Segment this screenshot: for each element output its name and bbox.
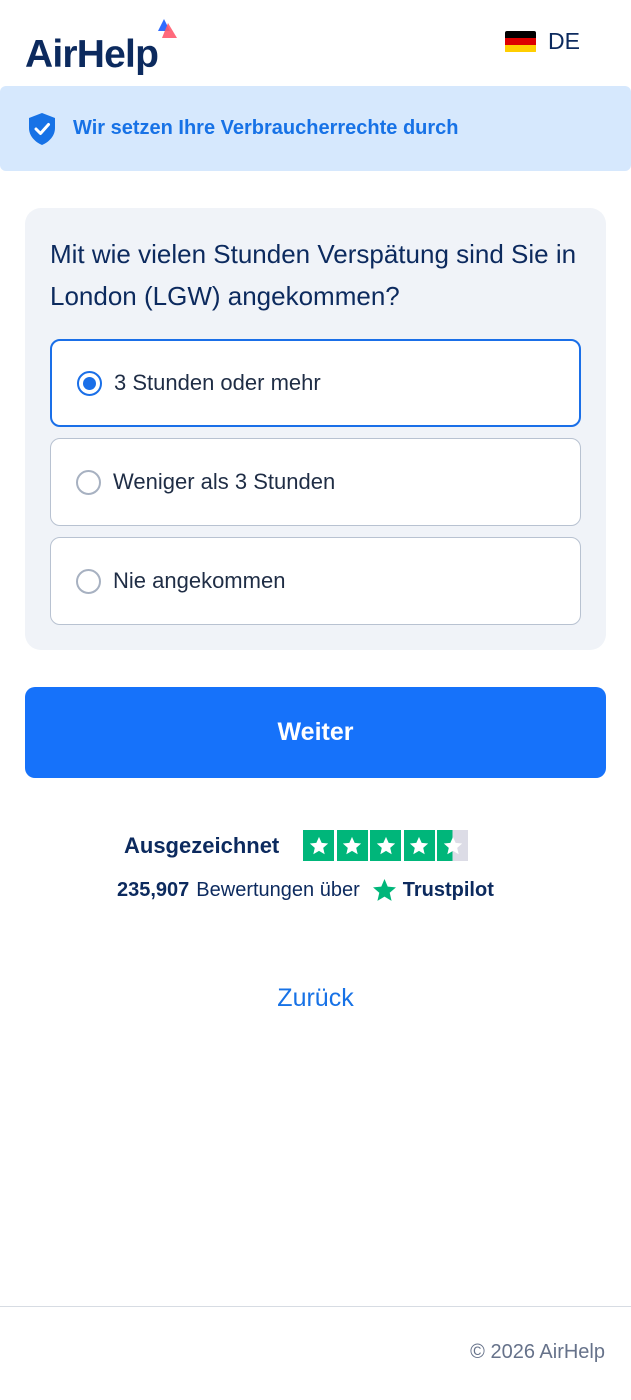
- star-icon: [403, 830, 435, 861]
- star-icon: [303, 830, 335, 861]
- option-label: Weniger als 3 Stunden: [113, 469, 336, 494]
- consumer-rights-banner: Wir setzen Ihre Verbraucherrechte durch: [0, 86, 631, 171]
- option-never-arrived[interactable]: Nie angekommen: [50, 537, 581, 625]
- review-count: 235,907: [117, 879, 190, 901]
- language-selector[interactable]: DE: [505, 28, 580, 55]
- question-title: Mit wie vielen Stunden Verspätung sind S…: [50, 239, 577, 311]
- banner-text: Wir setzen Ihre Verbraucherrechte durch: [73, 117, 459, 139]
- half-star-icon: [437, 830, 469, 861]
- continue-button[interactable]: Weiter: [25, 687, 606, 778]
- footer-divider: [0, 1306, 631, 1307]
- delay-options: 3 Stunden oder mehr Weniger als 3 Stunde…: [50, 339, 581, 625]
- footer-copyright: © 2026 AirHelp: [470, 1341, 605, 1363]
- back-link[interactable]: Zurück: [0, 984, 631, 1013]
- radio-button[interactable]: [76, 469, 101, 495]
- germany-flag-icon: [505, 30, 536, 53]
- rating-label: Ausgezeichnet: [124, 832, 280, 858]
- continue-button-label: Weiter: [277, 718, 354, 746]
- option-label: Nie angekommen: [113, 568, 286, 593]
- trustpilot-star-icon: [372, 879, 396, 901]
- star-icon: [336, 830, 368, 861]
- trustpilot-rating: Ausgezeichnet: [124, 830, 469, 861]
- trustpilot-stars: [303, 830, 469, 861]
- option-label: 3 Stunden oder mehr: [114, 370, 321, 395]
- language-code: DE: [548, 28, 580, 54]
- airhelp-logo[interactable]: AirHelp: [25, 18, 177, 76]
- trustpilot-reviews: 235,907 Bewertungen über Trustpilot: [117, 878, 494, 903]
- trustpilot-brand: Trustpilot: [402, 879, 494, 901]
- reviews-text: Bewertungen über: [196, 879, 360, 901]
- radio-button[interactable]: [76, 568, 101, 594]
- option-3-hours-or-more[interactable]: 3 Stunden oder mehr: [50, 339, 581, 427]
- logo-mark-icon: [158, 19, 177, 38]
- delay-question-card: Mit wie vielen Stunden Verspätung sind S…: [25, 208, 606, 650]
- shield-check-icon: [29, 112, 55, 145]
- option-less-than-3-hours[interactable]: Weniger als 3 Stunden: [50, 438, 581, 526]
- logo-text: AirHelp: [25, 33, 159, 76]
- radio-button[interactable]: [77, 370, 102, 396]
- star-icon: [370, 830, 402, 861]
- header: AirHelp DE: [0, 0, 631, 86]
